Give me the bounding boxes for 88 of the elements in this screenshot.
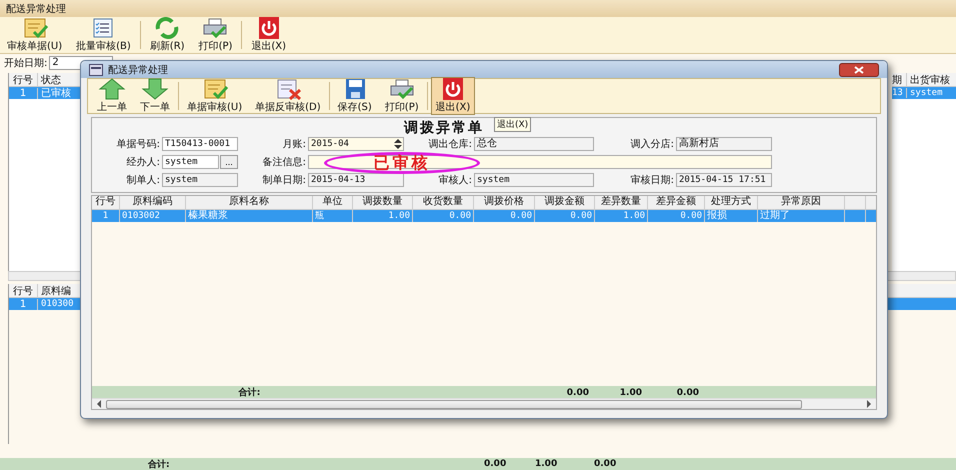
column-header: 调拨金额 <box>535 196 595 209</box>
table-cell: 0.00 <box>474 210 535 222</box>
table-cell: 0.00 <box>535 210 595 222</box>
table-cell: 过期了 <box>758 210 845 222</box>
approved-stamp: 已审核 <box>324 152 480 174</box>
table-cell-text: system <box>909 88 944 98</box>
close-button[interactable] <box>839 62 879 76</box>
total-value: 0.00 <box>566 388 590 398</box>
column-header: 原料编码 <box>120 196 186 209</box>
remark-field[interactable] <box>308 155 772 169</box>
total-value: 1.00 <box>535 459 558 469</box>
column-header: 原料名称 <box>186 196 313 209</box>
column-header: 处理方式 <box>705 196 758 209</box>
column-header: 出货审核 <box>909 74 951 86</box>
column-header: 差异数量 <box>595 196 648 209</box>
total-value: 0.00 <box>676 388 700 398</box>
creator-field[interactable]: system <box>162 173 238 187</box>
total-value: 0.00 <box>594 459 616 469</box>
field-label: 调出仓库: <box>428 138 472 151</box>
field-label: 审核日期: <box>630 174 674 187</box>
up-arrow-icon <box>97 78 127 100</box>
table-cell: 报损 <box>705 210 758 222</box>
table-cell: 1 <box>9 298 38 310</box>
column-header: 调拨价格 <box>474 196 535 209</box>
form-title: 调拨异常单 <box>404 120 484 137</box>
column-header: 状态 <box>40 74 62 86</box>
column-header: 差异金额 <box>648 196 705 209</box>
tooltip: 退出(X) <box>494 117 532 132</box>
toolbar-button[interactable]: 单据审核(U) <box>182 77 248 115</box>
toolbar-button[interactable]: 打印(P) <box>380 77 424 115</box>
window-title: 配送异常处理 <box>6 2 66 16</box>
column-header: 单位 <box>313 196 353 209</box>
toolbar-button[interactable]: 退出(X) <box>430 77 476 115</box>
toolbar-button[interactable]: 退出(X) <box>246 16 292 54</box>
down-arrow-icon <box>140 78 170 100</box>
table-cell: 13 <box>892 88 907 98</box>
total-value: 0.00 <box>484 459 506 469</box>
total-value: 1.00 <box>618 388 643 398</box>
document-number-field[interactable]: T150413-0001 <box>162 137 238 151</box>
field-label: 开始日期: <box>4 56 48 70</box>
toolbar-button[interactable]: 下一单 <box>135 77 175 115</box>
column-header: 异常原因 <box>758 196 845 209</box>
toolbar-button[interactable]: 单据反审核(D) <box>250 77 326 115</box>
handler-field[interactable]: system <box>162 155 219 169</box>
spinner-arrows-icon <box>393 138 403 150</box>
store-field[interactable]: 高新村店 <box>676 137 772 151</box>
month-spinner[interactable]: 2015-04 <box>308 137 404 151</box>
field-label: 经办人: <box>126 156 160 169</box>
scroll-left-icon <box>96 400 102 408</box>
browse-button[interactable]: ... <box>220 155 238 169</box>
toolbar-button[interactable]: 批量审核(B) <box>71 16 136 54</box>
column-header: 调拨数量 <box>353 196 413 209</box>
toolbar-button[interactable]: 审核单据(U) <box>2 16 68 54</box>
table-cell: 1.00 <box>353 210 413 222</box>
field-label: 审核人: <box>438 174 472 187</box>
horizontal-scrollbar[interactable] <box>92 398 876 409</box>
table-cell: 1.00 <box>595 210 648 222</box>
field-label: 备注信息: <box>262 156 306 169</box>
table-cell: 0103002 <box>120 210 186 222</box>
warehouse-field[interactable]: 总仓 <box>474 137 594 151</box>
toolbar-button[interactable]: 保存(S) <box>332 77 377 115</box>
totals-label: 合计: <box>148 458 170 470</box>
table-cell: 1 <box>9 88 38 98</box>
scroll-right-icon <box>866 400 872 408</box>
field-label: 月账: <box>282 138 306 151</box>
close-icon <box>854 66 864 74</box>
create-date-field[interactable]: 2015-04-13 <box>308 173 404 187</box>
audit-date-field[interactable]: 2015-04-15 17:51 <box>676 173 772 187</box>
table-cell-text: 已审核 <box>40 86 72 100</box>
toolbar-button[interactable]: 打印(P) <box>194 16 238 54</box>
table-cell: 榛果糖浆 <box>186 210 313 222</box>
table-cell: 1 <box>92 210 120 222</box>
column-header: 原料编 <box>40 284 72 298</box>
table-cell-text: 010300 <box>40 299 75 309</box>
column-header: 行号 <box>92 196 120 209</box>
field-label: 制单日期: <box>262 174 306 187</box>
auditor-field[interactable]: system <box>474 173 594 187</box>
field-label: 制单人: <box>126 174 160 187</box>
field-label: 调入分店: <box>630 138 674 151</box>
window-icon <box>89 64 103 76</box>
table-cell: 瓶 <box>313 210 353 222</box>
table-cell: 0.00 <box>648 210 705 222</box>
table-cell: 0.00 <box>413 210 474 222</box>
column-header: 收货数量 <box>413 196 474 209</box>
toolbar-button[interactable]: 刷新(R) <box>144 16 190 54</box>
totals-label: 合计: <box>238 386 262 399</box>
field-label: 单据号码: <box>116 138 160 151</box>
toolbar-button[interactable]: 上一单 <box>92 77 132 115</box>
